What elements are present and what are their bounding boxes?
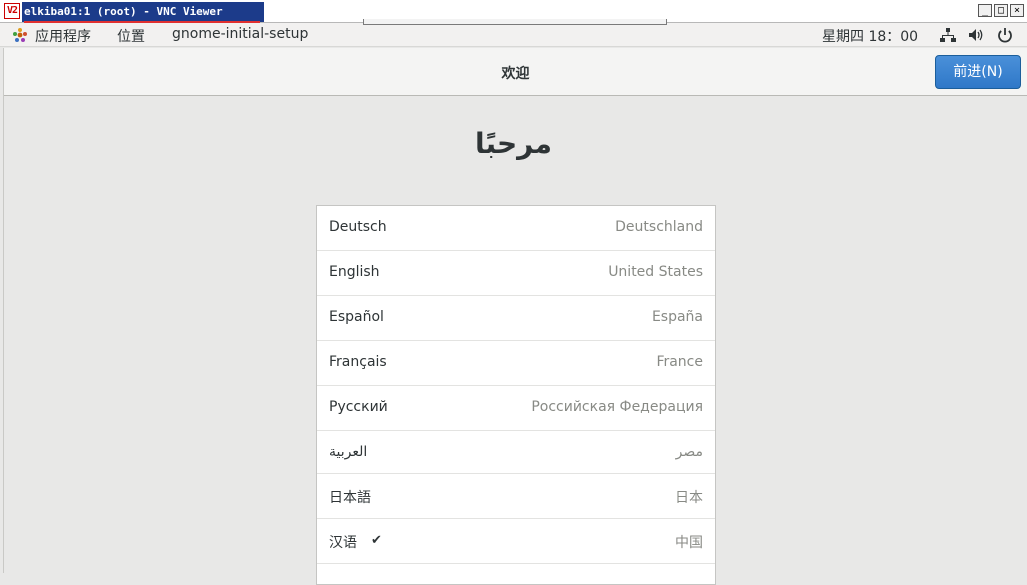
places-menu[interactable]: 位置 <box>117 26 145 46</box>
language-name: Русский <box>329 399 388 415</box>
language-region: España <box>651 309 703 325</box>
language-list[interactable]: Deutsch Deutschland English United State… <box>316 205 716 585</box>
maximize-button[interactable]: □ <box>994 4 1008 17</box>
language-row-english[interactable]: English United States <box>317 251 715 296</box>
vnc-logo-icon: V2 <box>4 3 20 19</box>
clock[interactable]: 星期四 18：00 <box>822 26 918 46</box>
top-panel: 应用程序 位置 gnome-initial-setup 星期四 18：00 <box>0 23 1027 47</box>
network-icon[interactable] <box>939 27 957 43</box>
language-region: France <box>656 354 703 370</box>
language-row-more[interactable] <box>317 564 715 584</box>
volume-icon[interactable] <box>967 27 985 43</box>
applications-menu[interactable]: 应用程序 <box>35 26 91 46</box>
page-title: 欢迎 <box>501 66 530 82</box>
language-row-japanese[interactable]: 日本語 日本 <box>317 474 715 519</box>
language-row-deutsch[interactable]: Deutsch Deutschland <box>317 206 715 251</box>
language-name: Français <box>329 354 387 370</box>
checkmark-icon: ✔ <box>371 533 382 548</box>
app-menu[interactable]: gnome-initial-setup <box>172 26 308 42</box>
power-icon[interactable] <box>996 27 1014 43</box>
language-row-russian[interactable]: Русский Российская Федерация <box>317 386 715 431</box>
language-name: 汉语 <box>329 535 357 551</box>
window-controls: _ □ × <box>978 4 1024 17</box>
language-row-arabic[interactable]: العربية مصر <box>317 431 715 474</box>
vnc-window-title: elkiba01:1 (root) - VNC Viewer <box>22 2 264 22</box>
language-region: 中国 <box>675 535 703 551</box>
language-region: مصر <box>675 444 703 460</box>
minimize-button[interactable]: _ <box>978 4 992 17</box>
language-name: 日本語 <box>329 490 371 506</box>
language-region: Deutschland <box>615 219 703 235</box>
applications-menu-icon[interactable] <box>12 27 28 43</box>
welcome-heading: مرحبًا <box>475 127 552 160</box>
language-name: العربية <box>329 444 368 460</box>
language-region: United States <box>608 264 703 280</box>
language-region: Российская Федерация <box>531 399 703 415</box>
next-button[interactable]: 前进(N) <box>935 55 1021 89</box>
language-region: 日本 <box>675 490 703 506</box>
language-name: Deutsch <box>329 219 387 235</box>
language-name: Español <box>329 309 384 325</box>
language-row-chinese[interactable]: 汉语 ✔ 中国 <box>317 519 715 564</box>
header-bar: 欢迎 前进(N) <box>4 48 1027 96</box>
vnc-toolbar-handle[interactable] <box>363 19 667 25</box>
language-name: English <box>329 264 380 280</box>
language-row-espanol[interactable]: Español España <box>317 296 715 341</box>
close-button[interactable]: × <box>1010 4 1024 17</box>
language-row-francais[interactable]: Français France <box>317 341 715 386</box>
